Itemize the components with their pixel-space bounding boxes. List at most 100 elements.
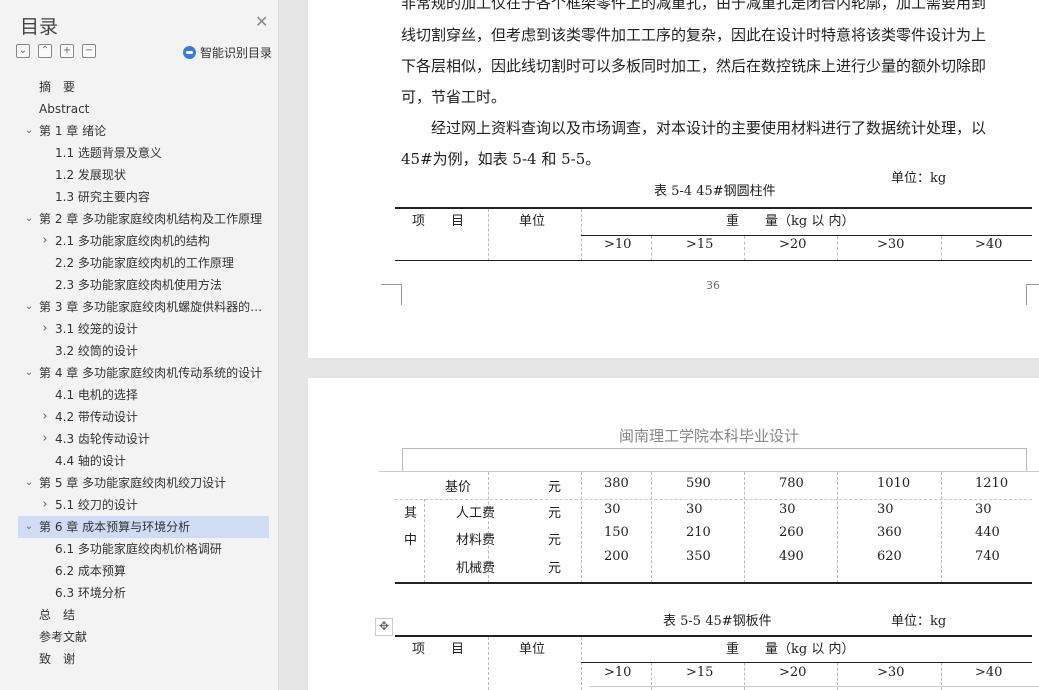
toc-item[interactable]: › 5.1 绞刀的设计 bbox=[0, 494, 278, 516]
toc-item[interactable]: 6.2 成本预算 bbox=[0, 560, 278, 582]
base-price-cell: 780 bbox=[779, 476, 804, 491]
toc-item[interactable]: 1.1 选题背景及意义 bbox=[0, 142, 278, 164]
toc-item[interactable]: Abstract bbox=[0, 98, 278, 120]
cost-cell: 360 bbox=[877, 525, 902, 540]
col-header-item: 项 目 bbox=[412, 214, 465, 229]
remove-heading-icon[interactable]: − bbox=[82, 44, 96, 58]
toc-item[interactable]: 摘 要 bbox=[0, 76, 278, 98]
toc-item[interactable]: ⌄ 第 3 章 多功能家庭绞肉机螺旋供料器的设计 bbox=[0, 296, 278, 318]
chevron-down-icon[interactable]: ⌄ bbox=[23, 516, 35, 538]
toc-item[interactable]: 1.2 发展现状 bbox=[0, 164, 278, 186]
range-header: >15 bbox=[686, 665, 714, 680]
cost-row-label: 材料费 bbox=[456, 533, 496, 548]
toc-item[interactable]: › 3.1 绞笼的设计 bbox=[0, 318, 278, 340]
toc-item[interactable]: › 4.2 带传动设计 bbox=[0, 406, 278, 428]
cost-row-unit: 元 bbox=[548, 533, 562, 548]
row-label-base: 基价 bbox=[445, 480, 472, 495]
body-line: 经过网上资料查询以及市场调查，对本设计的主要使用材料进行了数据统计处理，以 bbox=[401, 119, 987, 137]
toc-item[interactable]: 2.2 多功能家庭绞肉机的工作原理 bbox=[0, 252, 278, 274]
toc-item[interactable]: › 2.1 多功能家庭绞肉机的结构 bbox=[0, 230, 278, 252]
group-label: 其 bbox=[404, 506, 418, 521]
chevron-right-icon[interactable]: › bbox=[39, 428, 51, 450]
close-icon[interactable]: ✕ bbox=[255, 14, 268, 30]
chevron-down-icon[interactable]: ⌄ bbox=[23, 362, 35, 384]
toc-item-label: 6.1 多功能家庭绞肉机价格调研 bbox=[55, 542, 222, 556]
smart-toc-label: 智能识别目录 bbox=[200, 46, 273, 60]
cost-cell: 620 bbox=[877, 549, 902, 564]
toc-item[interactable]: 4.1 电机的选择 bbox=[0, 384, 278, 406]
toc-item-label: Abstract bbox=[39, 102, 90, 116]
toc-item[interactable]: ⌄ 第 4 章 多功能家庭绞肉机传动系统的设计 bbox=[0, 362, 278, 384]
toc-item-label: 第 5 章 多功能家庭绞肉机绞刀设计 bbox=[39, 476, 227, 490]
cost-cell: 210 bbox=[686, 525, 711, 540]
range-header: >30 bbox=[877, 665, 905, 680]
table-caption: 表 5-4 45#钢圆柱件 bbox=[654, 184, 776, 199]
toc-item-label: 4.2 带传动设计 bbox=[55, 410, 138, 424]
row-unit: 元 bbox=[548, 480, 562, 495]
toc-item[interactable]: 参考文献 bbox=[0, 626, 278, 648]
expand-all-icon[interactable]: ⌄ bbox=[16, 44, 30, 58]
base-price-cell: 590 bbox=[686, 476, 711, 491]
chevron-right-icon[interactable]: › bbox=[39, 318, 51, 340]
toc-item[interactable]: 4.4 轴的设计 bbox=[0, 450, 278, 472]
chevron-right-icon[interactable]: › bbox=[39, 230, 51, 252]
toc-item-label: 5.1 绞刀的设计 bbox=[55, 498, 138, 512]
add-heading-icon[interactable]: + bbox=[60, 44, 74, 58]
collapse-all-icon[interactable]: ⌃ bbox=[38, 44, 52, 58]
chevron-down-icon[interactable]: ⌄ bbox=[23, 208, 35, 230]
cost-cell: 30 bbox=[877, 502, 894, 517]
base-price-cell: 1010 bbox=[877, 476, 911, 491]
cost-row-unit: 元 bbox=[548, 561, 562, 576]
chevron-down-icon[interactable]: ⌄ bbox=[23, 120, 35, 142]
toc-toolbar: ⌄ ⌃ + − bbox=[16, 44, 96, 60]
toc-item[interactable]: 总 结 bbox=[0, 604, 278, 626]
toc-item-label: 1.2 发展现状 bbox=[55, 168, 126, 182]
chevron-down-icon[interactable]: ⌄ bbox=[23, 472, 35, 494]
toc-list: 摘 要 Abstract ⌄ 第 1 章 绪论 1.1 选题背景及意义 1.2 发展现状 1… bbox=[0, 76, 278, 670]
toc-item[interactable]: 3.2 绞筒的设计 bbox=[0, 340, 278, 362]
toc-item[interactable]: 6.1 多功能家庭绞肉机价格调研 bbox=[0, 538, 278, 560]
toc-item-label: 2.3 多功能家庭绞肉机使用方法 bbox=[55, 278, 222, 292]
body-line: 45#为例，如表 5-4 和 5-5。 bbox=[401, 150, 601, 168]
table-move-handle-icon[interactable]: ✥ bbox=[375, 618, 393, 636]
toc-item-label: 摘 要 bbox=[39, 80, 76, 94]
chevron-right-icon[interactable]: › bbox=[39, 494, 51, 516]
smart-toc-button[interactable]: 智能识别目录 bbox=[183, 44, 272, 61]
toc-item-label: 4.1 电机的选择 bbox=[55, 388, 138, 402]
cost-cell: 30 bbox=[975, 502, 992, 517]
chevron-down-icon[interactable]: ⌄ bbox=[23, 296, 35, 318]
toc-item[interactable]: 6.3 环境分析 bbox=[0, 582, 278, 604]
group-label: 中 bbox=[404, 533, 418, 548]
toc-item[interactable]: 致 谢 bbox=[0, 648, 278, 670]
toc-item[interactable]: 1.3 研究主要内容 bbox=[0, 186, 278, 208]
cost-cell: 440 bbox=[975, 525, 1000, 540]
toc-item[interactable]: 2.3 多功能家庭绞肉机使用方法 bbox=[0, 274, 278, 296]
toc-item[interactable]: ⌄ 第 6 章 成本预算与环境分析 bbox=[18, 516, 269, 538]
cost-cell: 200 bbox=[604, 549, 629, 564]
toc-item[interactable]: ⌄ 第 1 章 绪论 bbox=[0, 120, 278, 142]
toc-item-label: 4.4 轴的设计 bbox=[55, 454, 126, 468]
document-area[interactable]: 非常规的加工仅在于各个框架零件上的减重孔，由于减重孔是闭合内轮廓，加工需要用到 … bbox=[279, 0, 1039, 690]
toc-item-label: 参考文献 bbox=[39, 630, 88, 644]
page-number: 36 bbox=[706, 279, 720, 292]
col-header-unit: 单位 bbox=[519, 214, 546, 229]
toc-item-label: 第 2 章 多功能家庭绞肉机结构及工作原理 bbox=[39, 212, 263, 226]
toc-item[interactable]: › 4.3 齿轮传动设计 bbox=[0, 428, 278, 450]
page-36: 非常规的加工仅在于各个框架零件上的减重孔，由于减重孔是闭合内轮廓，加工需要用到 … bbox=[308, 0, 1039, 358]
col-header-item: 项 目 bbox=[412, 642, 465, 657]
toc-item[interactable]: ⌄ 第 5 章 多功能家庭绞肉机绞刀设计 bbox=[0, 472, 278, 494]
toc-item-label: 1.1 选题背景及意义 bbox=[55, 146, 162, 160]
horizontal-scrollbar[interactable] bbox=[589, 686, 1039, 690]
cost-cell: 740 bbox=[975, 549, 1000, 564]
range-header: >30 bbox=[877, 237, 905, 252]
toc-item[interactable]: ⌄ 第 2 章 多功能家庭绞肉机结构及工作原理 bbox=[0, 208, 278, 230]
toc-item-label: 3.2 绞筒的设计 bbox=[55, 344, 138, 358]
toc-item-label: 第 4 章 多功能家庭绞肉机传动系统的设计 bbox=[39, 366, 263, 380]
cost-row-label: 机械费 bbox=[456, 561, 496, 576]
page-37: 闽南理工学院本科毕业设计 基价 元 380 590 780 1010 1210 其 中 … bbox=[308, 378, 1039, 690]
cost-cell: 30 bbox=[779, 502, 796, 517]
smart-toc-icon bbox=[183, 46, 196, 59]
chevron-right-icon[interactable]: › bbox=[39, 406, 51, 428]
col-header-weight: 重 量（kg 以 内） bbox=[726, 642, 855, 657]
toc-item-label: 6.2 成本预算 bbox=[55, 564, 126, 578]
